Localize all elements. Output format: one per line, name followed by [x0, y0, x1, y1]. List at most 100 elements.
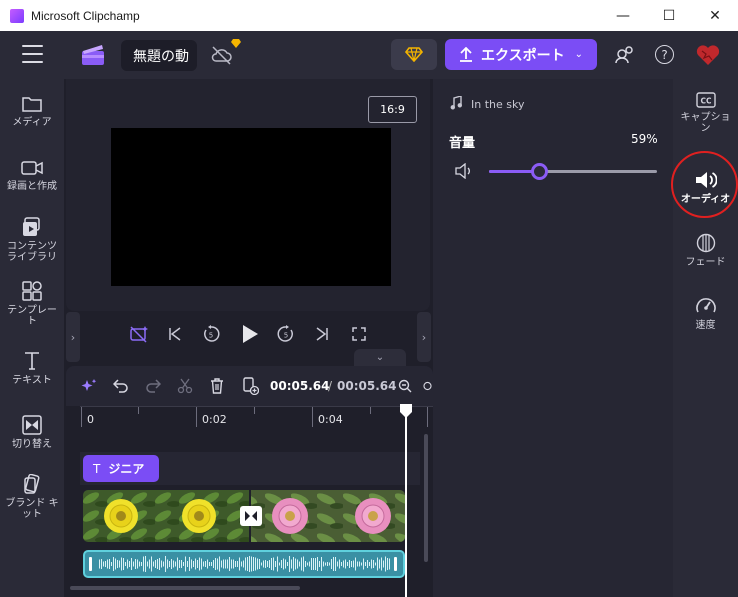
- sidebar-item-record[interactable]: 録画と作成: [0, 159, 64, 192]
- add-to-timeline-button[interactable]: [240, 375, 262, 397]
- waveform-bar: [107, 559, 108, 569]
- timeline-ruler[interactable]: 0 0:02 0:04: [80, 406, 433, 434]
- premium-gem-small-icon: [231, 39, 241, 48]
- rewind-5s-button[interactable]: 5: [199, 322, 223, 346]
- share-people-icon[interactable]: [614, 45, 636, 65]
- speed-icon: [695, 298, 716, 313]
- redo-button[interactable]: [142, 375, 164, 397]
- waveform-bar: [259, 559, 260, 569]
- timeline-horizontal-scrollbar[interactable]: [70, 586, 300, 590]
- volume-slider-thumb[interactable]: [531, 163, 548, 180]
- waveform-bar: [317, 557, 318, 571]
- waveform-bar: [215, 558, 216, 570]
- audio-clip-right-handle[interactable]: [394, 557, 397, 571]
- waveform-bar: [183, 562, 184, 566]
- waveform-bar: [323, 561, 324, 567]
- volume-slider[interactable]: [489, 163, 657, 180]
- time-separator: /: [328, 379, 333, 393]
- volume-value: 59%: [631, 132, 658, 146]
- timeline-vertical-scrollbar[interactable]: [424, 434, 428, 562]
- total-time: 00:05.64: [337, 379, 397, 393]
- text-clip[interactable]: T ジニア: [83, 455, 159, 482]
- skip-forward-button[interactable]: [310, 322, 334, 346]
- fullscreen-button[interactable]: [347, 322, 371, 346]
- rail-item-speed[interactable]: 速度: [673, 296, 738, 331]
- zoom-in-button[interactable]: [422, 375, 433, 397]
- waveform-bar: [307, 562, 308, 566]
- split-button[interactable]: [174, 375, 196, 397]
- aspect-ratio-button[interactable]: 16:9: [368, 96, 417, 123]
- ruler-tick: [312, 407, 313, 427]
- audio-clip[interactable]: [83, 550, 405, 578]
- zoom-out-button[interactable]: [394, 375, 416, 397]
- waveform-bar: [353, 560, 354, 568]
- app-topbar: 無題の動 エクスポート ⌄ ?: [0, 31, 738, 79]
- forward-5s-button[interactable]: 5: [274, 322, 298, 346]
- waveform-bar: [177, 557, 178, 571]
- magic-tool-button[interactable]: [127, 322, 151, 346]
- user-avatar[interactable]: [695, 43, 721, 67]
- transition-marker-icon[interactable]: [240, 506, 262, 526]
- waveform-bar: [159, 558, 160, 570]
- waveform-bar: [309, 561, 310, 567]
- rail-item-fade[interactable]: フェード: [673, 233, 738, 268]
- sidebar-item-media[interactable]: メディア: [0, 95, 64, 128]
- sidebar-item-brand-kit[interactable]: ブランド キット: [0, 474, 64, 520]
- waveform-bar: [325, 562, 326, 566]
- sidebar-item-transitions[interactable]: 切り替え: [0, 415, 64, 450]
- waveform-bar: [357, 561, 358, 567]
- waveform-bar: [203, 561, 204, 567]
- skip-back-button[interactable]: [163, 322, 187, 346]
- waveform-bar: [187, 561, 188, 567]
- minimize-button[interactable]: —: [600, 0, 646, 31]
- waveform-bar: [297, 559, 298, 569]
- diamond-icon: [405, 47, 423, 62]
- waveform-bar: [205, 561, 206, 567]
- waveform-bar: [171, 559, 172, 569]
- delete-button[interactable]: [206, 375, 228, 397]
- ruler-tick: [196, 407, 197, 427]
- ruler-tick: [370, 407, 371, 414]
- sidebar-item-label: ブランド キット: [5, 498, 59, 520]
- project-name-field[interactable]: 無題の動: [121, 40, 197, 71]
- zoom-out-icon: [398, 379, 412, 393]
- sidebar-item-templates[interactable]: テンプレート: [0, 281, 64, 327]
- waveform-bar: [379, 559, 380, 569]
- waveform-bar: [363, 558, 364, 570]
- template-icon: [22, 281, 42, 301]
- play-button[interactable]: [238, 322, 262, 346]
- export-button[interactable]: エクスポート ⌄: [445, 39, 597, 70]
- waveform-bar: [283, 558, 284, 570]
- waveform-bar: [217, 558, 218, 570]
- waveform-bar: [199, 557, 200, 571]
- waveform-bar: [295, 558, 296, 570]
- ruler-label: 0: [87, 413, 94, 426]
- rail-item-label: フェード: [685, 257, 726, 268]
- waveform-bar: [141, 562, 142, 566]
- svg-text:CC: CC: [700, 97, 712, 106]
- ai-sparkle-button[interactable]: [78, 375, 100, 397]
- sidebar-item-text[interactable]: テキスト: [0, 351, 64, 386]
- waveform-bar: [385, 556, 386, 572]
- waveform-bar: [167, 559, 168, 569]
- speaker-icon[interactable]: [455, 163, 473, 179]
- playhead[interactable]: [405, 414, 407, 597]
- waveform-bar: [175, 561, 176, 567]
- premium-button[interactable]: [391, 39, 437, 70]
- rail-item-captions[interactable]: CC キャプション: [673, 92, 738, 134]
- ruler-label: 0:02: [202, 413, 227, 426]
- maximize-button[interactable]: ☐: [646, 0, 692, 31]
- close-button[interactable]: ✕: [692, 0, 738, 31]
- sidebar-item-content-library[interactable]: コンテンツ ライブラリ: [0, 217, 64, 263]
- menu-hamburger-icon[interactable]: [22, 45, 43, 63]
- waveform-bar: [207, 559, 208, 569]
- window-titlebar: Microsoft Clipchamp — ☐ ✕: [0, 0, 738, 31]
- cloud-offline-icon[interactable]: [210, 45, 234, 65]
- audio-waveform: [99, 556, 390, 572]
- camera-icon: [21, 161, 43, 175]
- waveform-bar: [161, 560, 162, 568]
- video-preview-canvas[interactable]: [111, 128, 391, 286]
- collapse-preview-button[interactable]: ⌄: [354, 349, 406, 366]
- help-icon[interactable]: ?: [655, 45, 674, 64]
- undo-button[interactable]: [110, 375, 132, 397]
